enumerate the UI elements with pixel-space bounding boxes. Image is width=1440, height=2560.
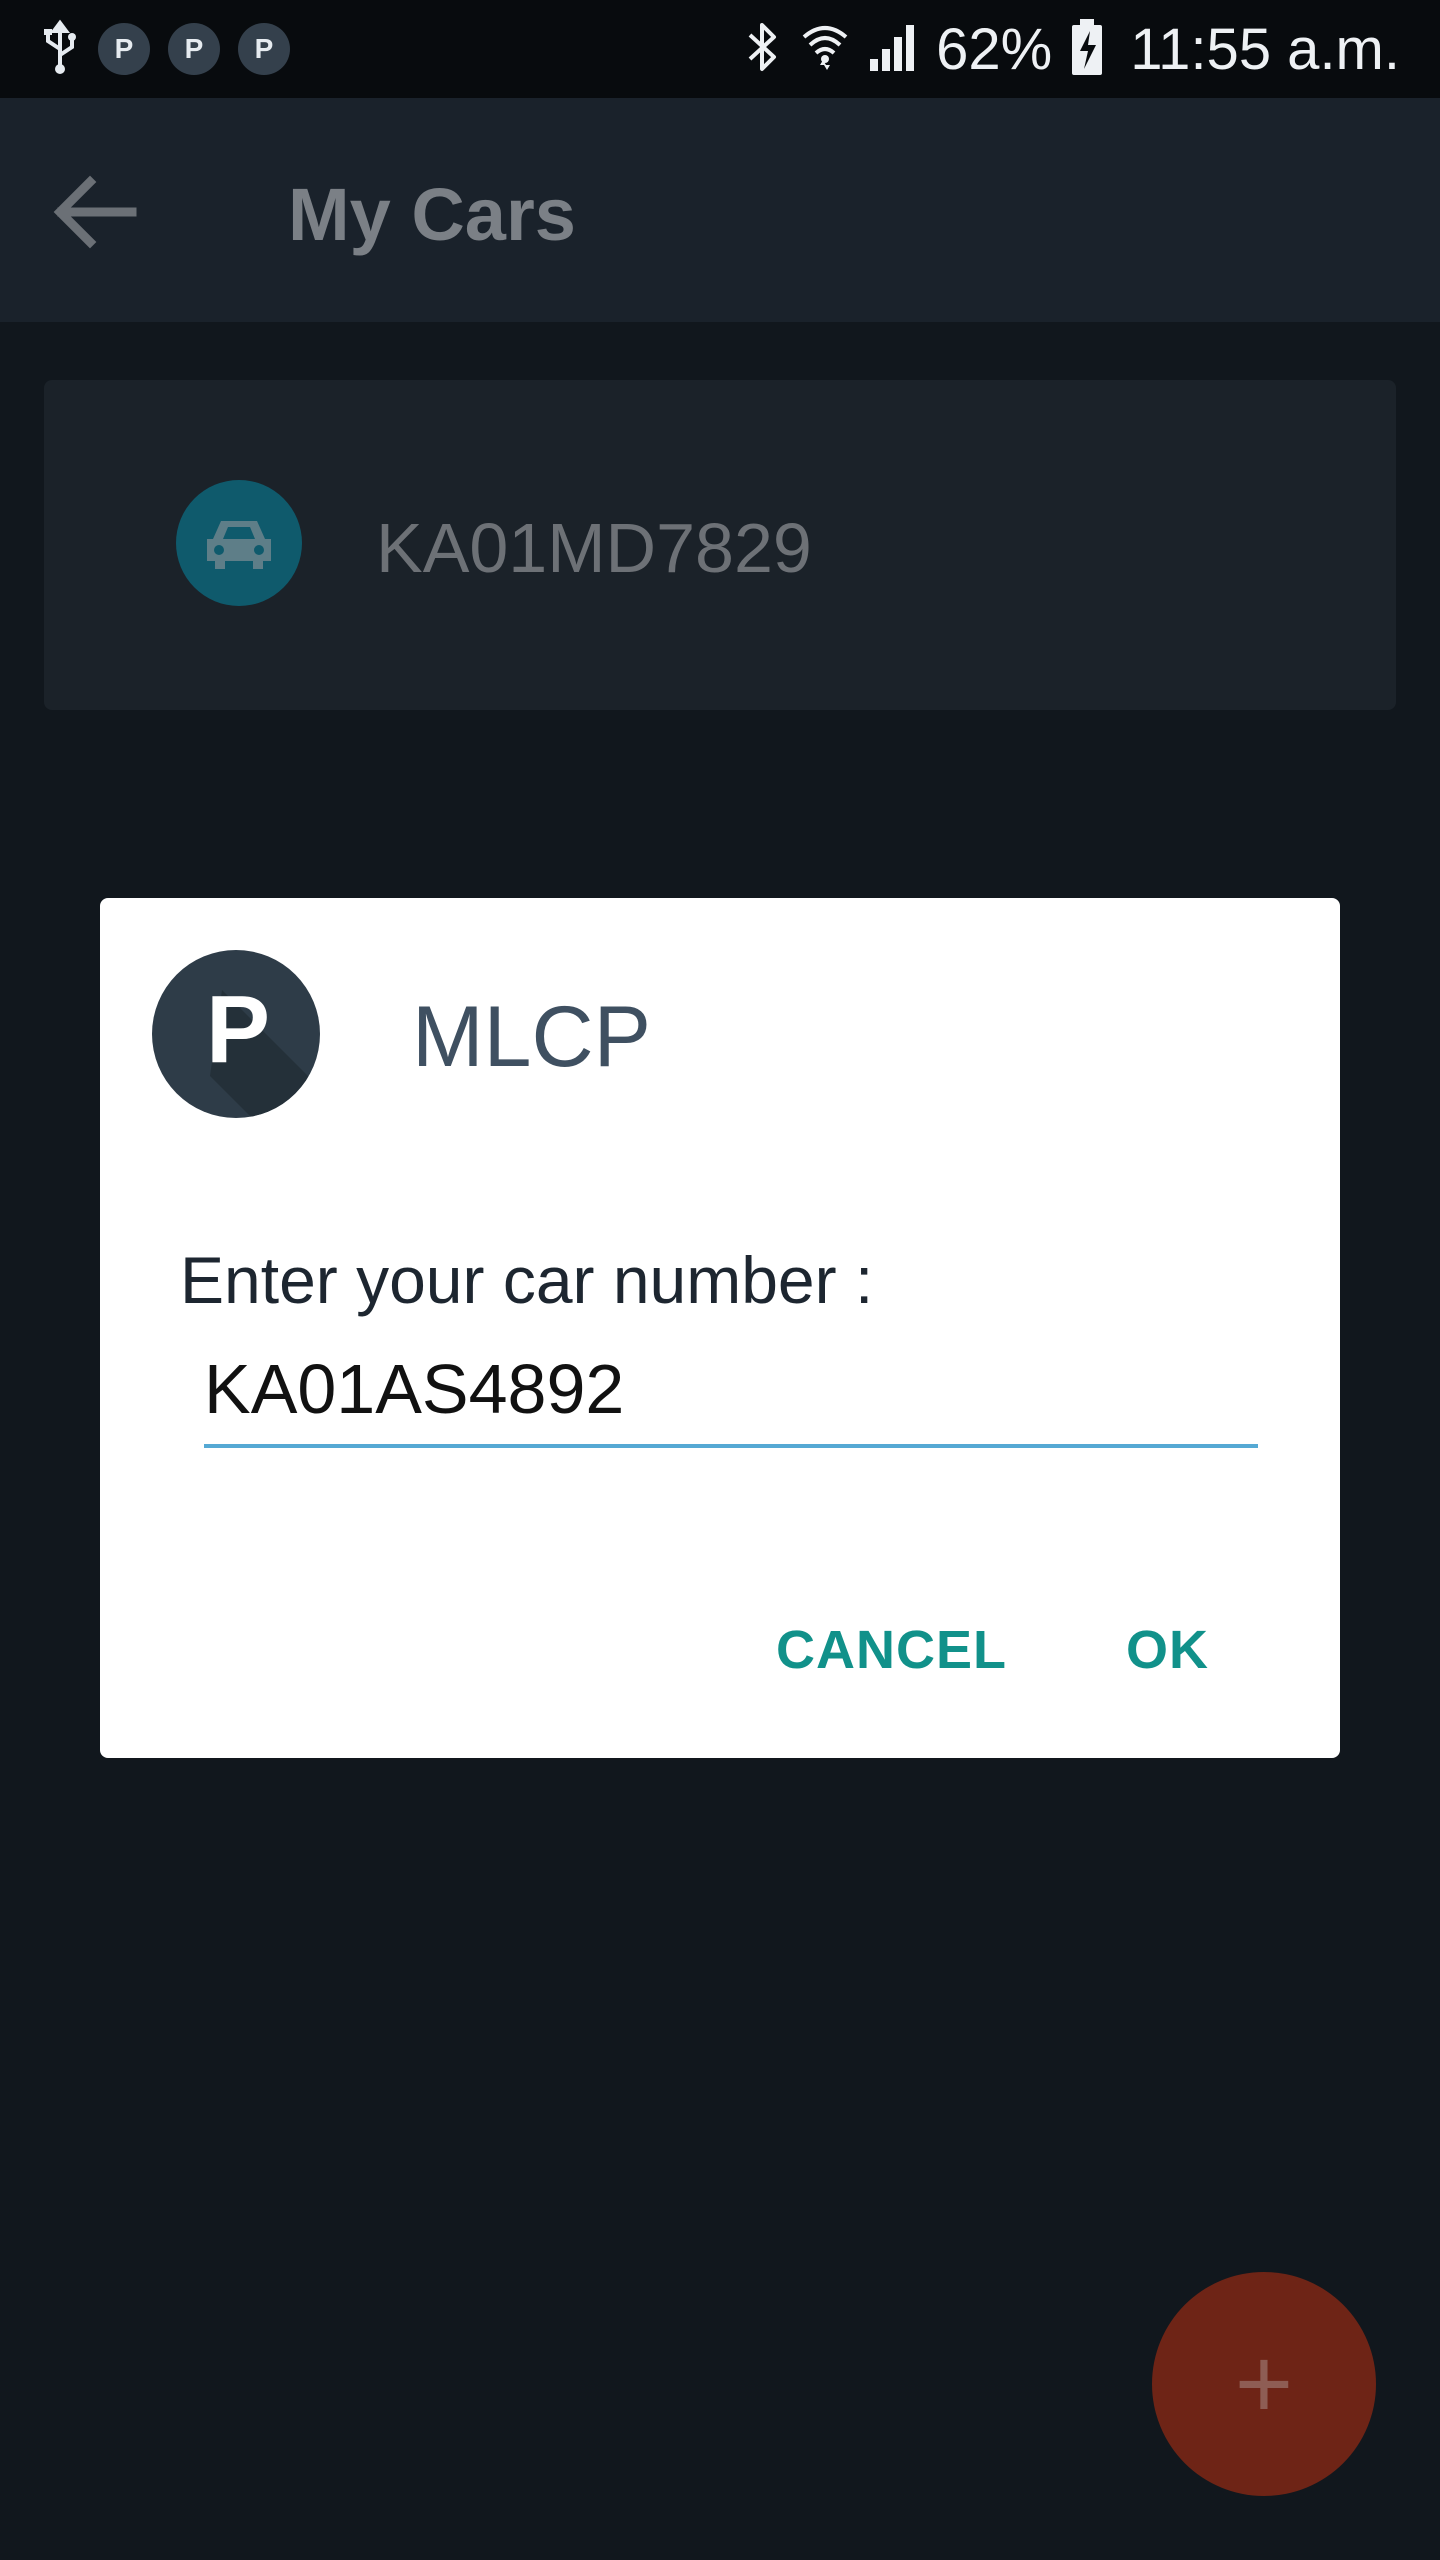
battery-percentage: 62% <box>936 16 1053 82</box>
dialog-title: MLCP <box>412 989 651 1085</box>
add-car-button[interactable]: + <box>1152 2272 1376 2496</box>
parking-notification-icon: P <box>98 23 150 75</box>
add-car-dialog: P MLCP Enter your car number : CANCEL OK <box>100 898 1340 1758</box>
battery-charging-icon <box>1070 17 1104 82</box>
page-title: My Cars <box>288 173 576 256</box>
car-number-label: Enter your car number : <box>180 1243 874 1317</box>
wifi-icon <box>800 19 850 80</box>
clock: 11:55 a.m. <box>1130 16 1400 82</box>
signal-icon <box>868 19 918 80</box>
plus-icon: + <box>1234 2328 1294 2440</box>
parking-notification-icon: P <box>168 23 220 75</box>
back-button[interactable] <box>48 166 140 258</box>
cancel-button[interactable]: CANCEL <box>776 1610 1007 1690</box>
status-bar-system: 62% 11:55 a.m. <box>742 14 1400 84</box>
ok-button[interactable]: OK <box>1126 1610 1209 1690</box>
bluetooth-icon <box>742 19 782 80</box>
car-icon <box>207 521 271 569</box>
car-number-input[interactable] <box>204 1334 1258 1448</box>
arrow-left-icon <box>53 175 137 249</box>
status-bar-notifications: P P P <box>40 19 290 76</box>
app-bar: My Cars <box>0 98 1440 322</box>
car-plate-number: KA01MD7829 <box>376 509 812 587</box>
usb-icon <box>40 19 80 80</box>
app-logo-letter: P <box>206 976 270 1083</box>
parking-notification-icon: P <box>238 23 290 75</box>
car-list-item[interactable]: KA01MD7829 <box>44 380 1396 710</box>
status-bar: P P P 62% 11:55 a.m. <box>0 0 1440 98</box>
car-avatar <box>176 480 302 606</box>
app-logo-icon: P <box>152 950 320 1118</box>
